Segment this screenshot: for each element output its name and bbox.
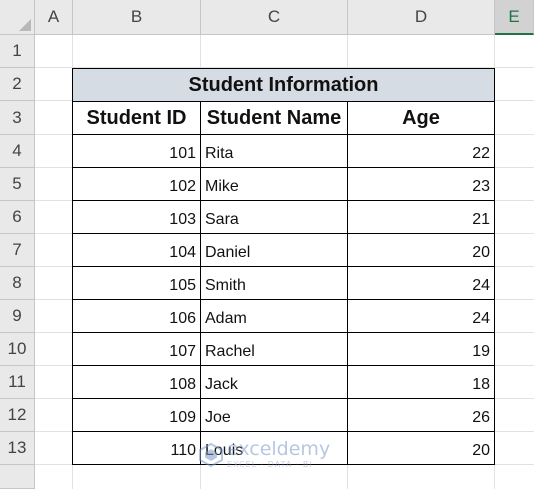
select-all-triangle-icon (19, 19, 31, 31)
cell-student-id[interactable]: 107 (72, 332, 201, 366)
cell-student-id[interactable]: 105 (72, 266, 201, 300)
row-header-3[interactable]: 3 (0, 101, 35, 135)
cell-student-name[interactable]: Daniel (200, 233, 348, 267)
column-header-d[interactable]: D (348, 0, 495, 35)
cell-student-name[interactable]: Joe (200, 398, 348, 432)
cell-student-id[interactable]: 110 (72, 431, 201, 465)
cell-student-id[interactable]: 104 (72, 233, 201, 267)
cell-student-id[interactable]: 102 (72, 167, 201, 201)
row-header-1[interactable]: 1 (0, 35, 35, 68)
row-header-14[interactable] (0, 465, 35, 489)
cell-age[interactable]: 21 (347, 200, 495, 234)
select-all-corner[interactable] (0, 0, 35, 35)
cell-age[interactable]: 20 (347, 233, 495, 267)
row-header-10[interactable]: 10 (0, 333, 35, 366)
header-student-id[interactable]: Student ID (72, 101, 201, 135)
cell-age[interactable]: 19 (347, 332, 495, 366)
cell-student-name[interactable]: Mike (200, 167, 348, 201)
cell-student-name[interactable]: Jack (200, 365, 348, 399)
cell-student-name[interactable]: Adam (200, 299, 348, 333)
row-header-2[interactable]: 2 (0, 68, 35, 101)
row-header-11[interactable]: 11 (0, 366, 35, 399)
cell-student-name[interactable]: Rachel (200, 332, 348, 366)
cell-student-id[interactable]: 106 (72, 299, 201, 333)
row-header-7[interactable]: 7 (0, 234, 35, 267)
cell-age[interactable]: 24 (347, 266, 495, 300)
cell-age[interactable]: 24 (347, 299, 495, 333)
cell-student-name[interactable]: Smith (200, 266, 348, 300)
row-header-5[interactable]: 5 (0, 168, 35, 201)
cell-age[interactable]: 22 (347, 134, 495, 168)
cell-student-id[interactable]: 109 (72, 398, 201, 432)
cell-age[interactable]: 26 (347, 398, 495, 432)
cell-student-id[interactable]: 108 (72, 365, 201, 399)
cell-student-id[interactable]: 103 (72, 200, 201, 234)
row-header-8[interactable]: 8 (0, 267, 35, 300)
row-header-9[interactable]: 9 (0, 300, 35, 333)
column-header-c[interactable]: C (201, 0, 348, 35)
header-student-name[interactable]: Student Name (200, 101, 348, 135)
row-header-13[interactable]: 13 (0, 432, 35, 465)
cell-age[interactable]: 18 (347, 365, 495, 399)
cell-age[interactable]: 20 (347, 431, 495, 465)
cell-student-name[interactable]: Sara (200, 200, 348, 234)
cell-student-name[interactable]: Rita (200, 134, 348, 168)
row-header-4[interactable]: 4 (0, 135, 35, 168)
header-age[interactable]: Age (347, 101, 495, 135)
column-header-b[interactable]: B (73, 0, 201, 35)
table-title-cell[interactable]: Student Information (72, 68, 495, 102)
cell-student-id[interactable]: 101 (72, 134, 201, 168)
cell-student-name[interactable]: Louis (200, 431, 348, 465)
column-header-e[interactable]: E (495, 0, 534, 35)
column-header-a[interactable]: A (35, 0, 73, 35)
row-header-6[interactable]: 6 (0, 201, 35, 234)
cell-age[interactable]: 23 (347, 167, 495, 201)
row-header-12[interactable]: 12 (0, 399, 35, 432)
